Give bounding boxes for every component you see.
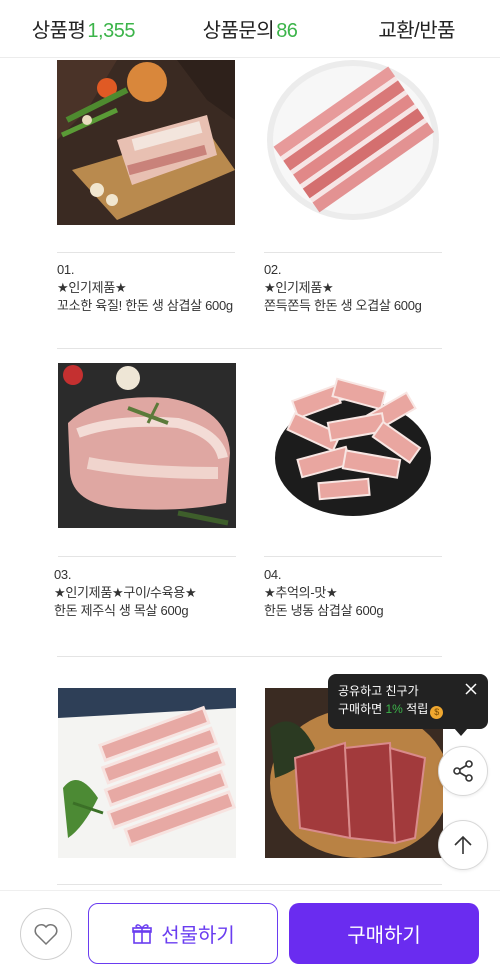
tab-exchange-return[interactable]: 교환/반품 (333, 14, 500, 43)
product-card-5[interactable] (58, 688, 238, 858)
tooltip-pre: 구매하면 (338, 702, 386, 716)
tab-inquiries-label: 상품문의 (202, 20, 275, 42)
row-divider (57, 656, 442, 657)
tooltip-post: 적립 (402, 702, 429, 716)
product-name: 한돈 냉동 삼겹살 600g (264, 603, 384, 618)
tooltip-line-2: 구매하면 1% 적립 $ (338, 700, 478, 719)
product-name: 꼬소한 육질! 한돈 생 삼겹살 600g (57, 298, 233, 313)
card-divider (264, 556, 442, 557)
product-number: 01. (57, 262, 75, 277)
product-badge: ★인기제품★ (264, 280, 334, 295)
product-image-1[interactable] (57, 60, 235, 225)
product-badge: ★추억의-맛★ (264, 585, 338, 600)
product-badge: ★인기제품★ (57, 280, 127, 295)
product-card-1[interactable]: 01. ★인기제품★ 꼬소한 육질! 한돈 생 삼겹살 600g (57, 60, 237, 313)
product-number: 03. (54, 567, 72, 582)
gift-icon (132, 923, 152, 944)
product-badge: ★인기제품★구이/수육용★ (54, 585, 197, 600)
row-divider (57, 884, 442, 885)
review-tabs: 상품평 1,355 상품문의 86 교환/반품 (0, 0, 500, 58)
tab-exchange-label: 교환/반품 (378, 20, 456, 42)
product-image-5[interactable] (58, 688, 236, 858)
product-card-2[interactable]: 02. ★인기제품★ 쫀득쫀득 한돈 생 오겹살 600g (264, 60, 444, 313)
product-image-4[interactable] (264, 363, 442, 528)
scroll-top-button[interactable] (438, 820, 488, 870)
tab-reviews-label: 상품평 (31, 20, 86, 42)
share-icon (453, 760, 473, 782)
wishlist-button[interactable] (20, 908, 72, 960)
row-divider (57, 348, 442, 349)
product-name: 한돈 제주식 생 목살 600g (54, 603, 189, 618)
card-divider (58, 556, 236, 557)
product-image-3[interactable] (58, 363, 236, 528)
product-info-4: 04. ★추억의-맛★ 한돈 냉동 삼겹살 600g (264, 566, 464, 620)
close-icon[interactable] (464, 682, 478, 696)
card-divider (57, 252, 235, 253)
heart-icon (34, 923, 58, 946)
tab-inquiries[interactable]: 상품문의 86 (167, 14, 334, 43)
share-button[interactable] (438, 746, 488, 796)
product-number: 04. (264, 567, 282, 582)
buy-label: 구매하기 (347, 925, 421, 947)
arrow-up-icon (454, 835, 472, 854)
product-info-1: 01. ★인기제품★ 꼬소한 육질! 한돈 생 삼겹살 600g (57, 261, 257, 315)
tab-reviews-count: 1,355 (87, 20, 135, 42)
tab-inquiries-count: 86 (276, 20, 298, 42)
product-number: 02. (264, 262, 282, 277)
product-info-3: 03. ★인기제품★구이/수육용★ 한돈 제주식 생 목살 600g (54, 566, 254, 620)
gift-label: 선물하기 (161, 925, 235, 947)
buy-button[interactable]: 구매하기 (289, 903, 479, 964)
card-divider (264, 252, 442, 253)
tooltip-line-1: 공유하고 친구가 (338, 684, 419, 698)
bottom-action-bar: 선물하기 구매하기 (0, 890, 500, 975)
tooltip-percent: 1% (385, 702, 403, 716)
product-card-4[interactable]: 04. ★추억의-맛★ 한돈 냉동 삼겹살 600g (264, 363, 444, 618)
product-image-2[interactable] (264, 60, 442, 225)
coin-icon: $ (430, 706, 444, 719)
product-card-3[interactable]: 03. ★인기제품★구이/수육용★ 한돈 제주식 생 목살 600g (54, 363, 238, 618)
product-name: 쫀득쫀득 한돈 생 오겹살 600g (264, 298, 422, 313)
tab-reviews[interactable]: 상품평 1,355 (0, 14, 167, 43)
share-tooltip: 공유하고 친구가 구매하면 1% 적립 $ (328, 674, 488, 736)
gift-button[interactable]: 선물하기 (88, 903, 278, 964)
product-info-2: 02. ★인기제품★ 쫀득쫀득 한돈 생 오겹살 600g (264, 261, 464, 315)
